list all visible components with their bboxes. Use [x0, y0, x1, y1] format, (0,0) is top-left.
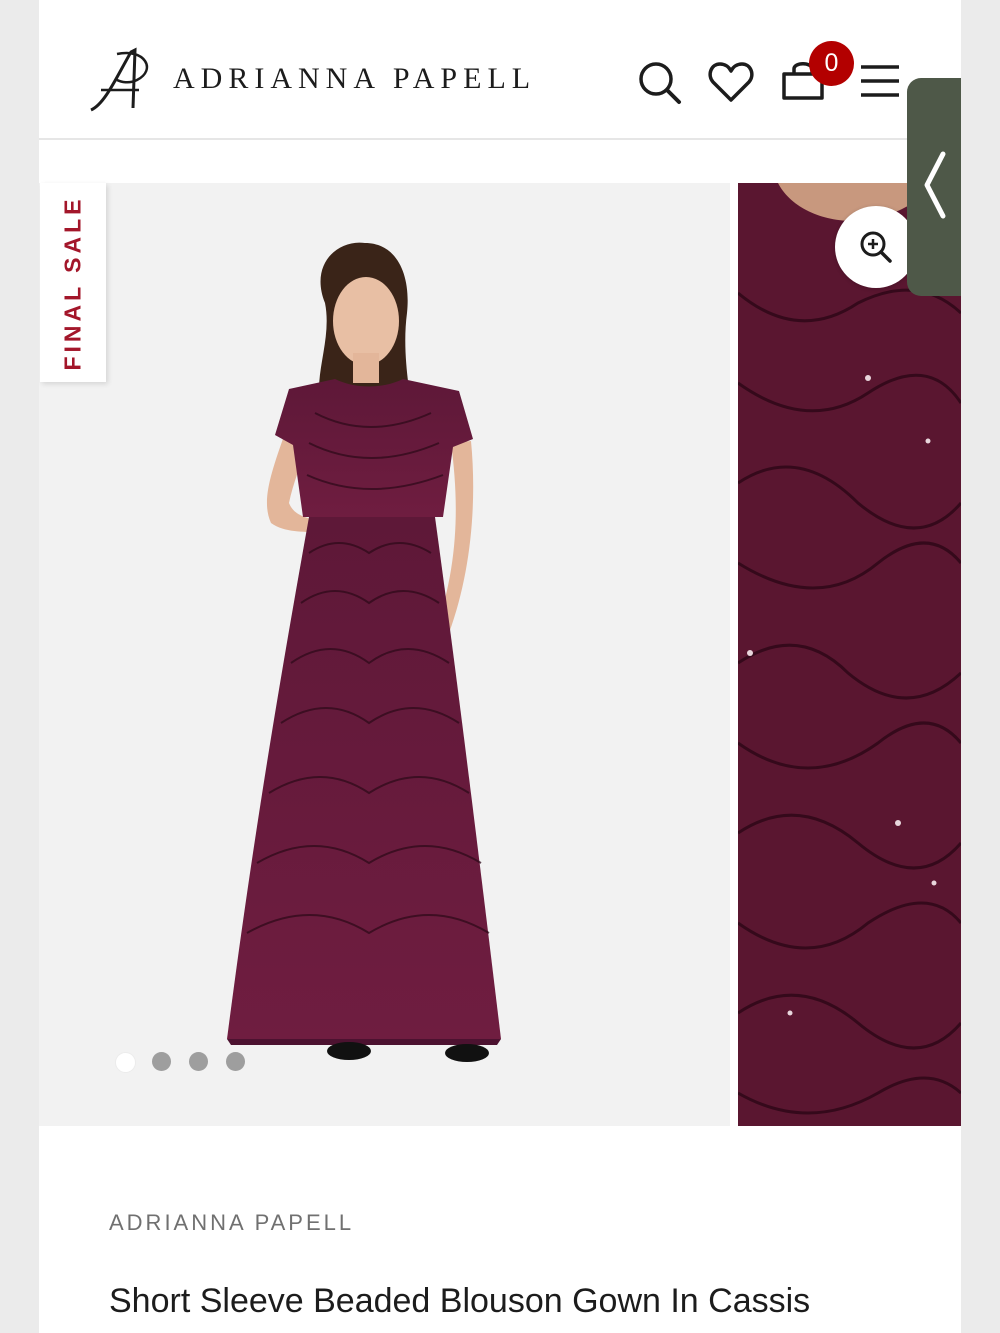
zoom-in-icon	[860, 231, 892, 263]
brand-logo-text[interactable]: ADRIANNA PAPELL	[173, 62, 536, 96]
gallery-dot[interactable]	[152, 1052, 171, 1071]
brand-logo-icon[interactable]	[83, 46, 155, 118]
wishlist-heart-icon[interactable]	[707, 58, 755, 106]
site-header: ADRIANNA PAPELL 0	[39, 0, 961, 140]
product-detail-image[interactable]	[738, 183, 961, 1126]
cart-count-badge[interactable]: 0	[809, 41, 854, 86]
product-page: ADRIANNA PAPELL 0 FINAL SALE ADRIANNA PA…	[39, 0, 961, 1333]
gallery-dot[interactable]	[115, 1052, 136, 1073]
search-icon[interactable]	[635, 58, 683, 106]
gallery-dot[interactable]	[226, 1052, 245, 1071]
product-brand[interactable]: ADRIANNA PAPELL	[109, 1210, 354, 1236]
product-title: Short Sleeve Beaded Blouson Gown In Cass…	[109, 1282, 811, 1320]
gallery-dot[interactable]	[189, 1052, 208, 1071]
chevron-left-icon	[924, 151, 946, 219]
model-in-gown-illustration	[227, 242, 501, 1062]
product-main-image[interactable]	[39, 183, 730, 1126]
fabric-detail-illustration	[738, 183, 961, 1126]
hamburger-menu-icon[interactable]	[857, 58, 905, 106]
final-sale-badge: FINAL SALE	[40, 183, 106, 382]
final-sale-label: FINAL SALE	[59, 195, 86, 371]
side-drawer-tab[interactable]	[907, 78, 961, 296]
zoom-in-button[interactable]	[835, 206, 917, 288]
